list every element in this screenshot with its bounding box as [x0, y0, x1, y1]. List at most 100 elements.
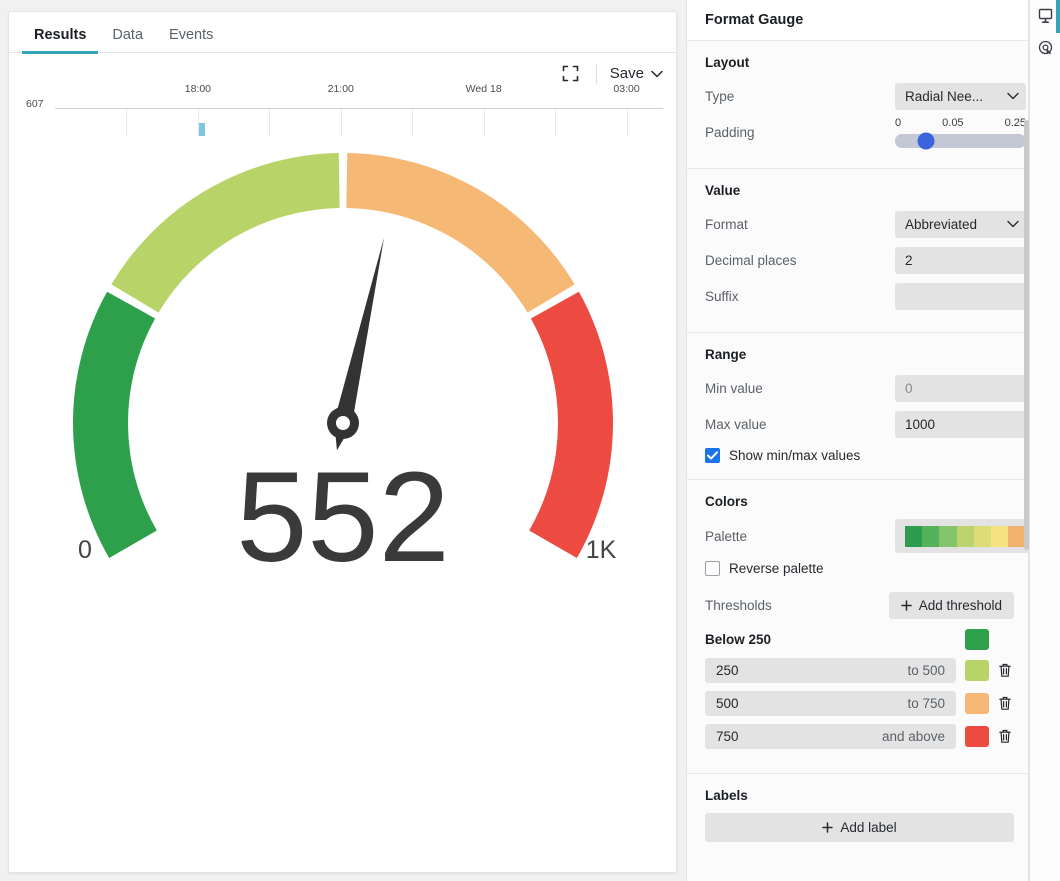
- plus-icon: [822, 822, 834, 833]
- timeline-tick-label: 03:00: [613, 83, 640, 95]
- timeline-tick-label: Wed 18: [465, 83, 502, 95]
- gauge-max-label: 1K: [585, 536, 616, 564]
- tab-results-label: Results: [34, 26, 87, 43]
- row-min-value: Min value: [705, 372, 1026, 404]
- suffix-label: Suffix: [705, 288, 739, 304]
- max-value-label: Max value: [705, 416, 767, 432]
- add-threshold-button[interactable]: Add threshold: [888, 592, 1014, 619]
- plus-icon: [900, 600, 912, 611]
- padding-label: Padding: [705, 124, 755, 140]
- save-button[interactable]: Save: [610, 65, 663, 82]
- app-root: Results Data Events Save 607 18:00 21:00 W…: [0, 0, 1060, 881]
- tab-data[interactable]: Data: [99, 26, 156, 53]
- row-suffix: Suffix: [705, 280, 1026, 312]
- reverse-palette-checkbox[interactable]: [705, 561, 720, 576]
- type-select[interactable]: Radial Nee...: [895, 82, 1026, 110]
- timeline-y-label: 607: [26, 98, 44, 110]
- threshold-row: 250 to 500: [705, 658, 1014, 683]
- save-button-label: Save: [609, 65, 644, 82]
- gauge-svg: 0 1K 552: [72, 153, 616, 586]
- show-minmax-row[interactable]: Show min/max values: [705, 448, 1014, 463]
- tab-data-label: Data: [112, 26, 144, 43]
- row-palette: Palette: [705, 519, 1028, 553]
- tab-events-label: Events: [169, 26, 214, 43]
- min-value-input[interactable]: [895, 374, 1026, 402]
- reverse-palette-row[interactable]: Reverse palette: [705, 561, 1014, 576]
- type-label: Type: [705, 88, 735, 104]
- delete-threshold-icon[interactable]: [998, 729, 1014, 744]
- timeline-tick-label: 18:00: [184, 83, 212, 95]
- format-panel-title: Format Gauge: [705, 12, 804, 28]
- section-layout-title: Layout: [705, 55, 750, 70]
- chevron-down-icon: [1007, 92, 1019, 100]
- add-label-button[interactable]: Add label: [705, 813, 1014, 842]
- threshold-color-swatch[interactable]: [965, 629, 989, 650]
- palette-select[interactable]: [895, 519, 1028, 553]
- format-panel-header: Format Gauge: [687, 0, 1028, 41]
- chevron-down-icon: [651, 70, 663, 77]
- palette-swatch: [922, 525, 940, 547]
- gauge-band: [528, 291, 613, 558]
- threshold-list: Below 250 250 to 500 500 to 750 750 and above: [705, 629, 1014, 749]
- suffix-input[interactable]: [895, 282, 1026, 310]
- right-rail: [1029, 0, 1060, 881]
- tab-results[interactable]: Results: [21, 26, 99, 54]
- row-format: Format Abbreviated: [705, 208, 1026, 240]
- padding-tick-2: 0.25: [1004, 116, 1026, 129]
- reverse-palette-label: Reverse palette: [729, 561, 824, 576]
- threshold-range-field[interactable]: 250 to 500: [705, 658, 956, 683]
- palette-label: Palette: [705, 528, 748, 544]
- rail-active-accent: [1056, 0, 1060, 33]
- section-value: Value Format Abbreviated Decimal places …: [687, 169, 1028, 333]
- target-cursor-icon[interactable]: [1030, 32, 1060, 64]
- gauge-band: [72, 291, 157, 558]
- palette-swatch: [939, 525, 957, 547]
- row-decimal-places: Decimal places: [705, 244, 1026, 276]
- chevron-down-icon: [1007, 220, 1019, 228]
- delete-threshold-icon[interactable]: [998, 663, 1014, 678]
- gauge-needle: [326, 237, 384, 451]
- gauge-visualization: 0 1K 552: [9, 136, 676, 872]
- palette-swatch-strip: [905, 525, 1028, 547]
- row-padding: Padding 0 0.05 0.25: [705, 116, 1026, 149]
- threshold-row: Below 250: [705, 629, 1014, 650]
- padding-slider[interactable]: [895, 132, 1026, 149]
- max-value-input[interactable]: [895, 410, 1026, 438]
- format-select-value: Abbreviated: [905, 216, 978, 232]
- add-threshold-label: Add threshold: [918, 598, 1002, 613]
- palette-swatch: [905, 525, 923, 547]
- results-panel: Results Data Events Save 607 18:00 21:00 W…: [8, 11, 677, 873]
- palette-swatch: [1008, 525, 1026, 547]
- tab-events[interactable]: Events: [156, 26, 226, 53]
- show-minmax-checkbox[interactable]: [705, 448, 720, 463]
- delete-threshold-icon[interactable]: [998, 696, 1014, 711]
- add-label-text: Add label: [840, 820, 897, 835]
- palette-swatch: [973, 525, 992, 547]
- check-icon: [707, 451, 718, 460]
- threshold-row: 500 to 750: [705, 691, 1014, 716]
- section-labels-title: Labels: [705, 788, 748, 803]
- decimal-places-input[interactable]: [895, 246, 1026, 274]
- row-type: Type Radial Nee...: [705, 80, 1026, 112]
- padding-slider-ticks: 0 0.05 0.25: [895, 117, 1026, 129]
- min-value-label: Min value: [705, 380, 763, 396]
- threshold-row: 750 and above: [705, 724, 1014, 749]
- timeline-tick-label: 21:00: [327, 83, 354, 95]
- threshold-from-value: 250: [716, 663, 739, 678]
- fullscreen-icon[interactable]: [560, 63, 582, 85]
- section-colors-title: Colors: [705, 494, 748, 509]
- threshold-color-swatch[interactable]: [965, 693, 989, 714]
- show-minmax-label: Show min/max values: [729, 448, 861, 463]
- threshold-from-value: 750: [716, 729, 739, 744]
- palette-swatch: [991, 525, 1009, 547]
- section-range: Range Min value Max value Show min/max v…: [687, 333, 1028, 480]
- padding-tick-0: 0: [895, 116, 902, 129]
- threshold-color-swatch[interactable]: [965, 660, 989, 681]
- format-select[interactable]: Abbreviated: [895, 210, 1026, 238]
- threshold-range-field[interactable]: 500 to 750: [705, 691, 956, 716]
- padding-slider-thumb[interactable]: [917, 132, 935, 149]
- threshold-color-swatch[interactable]: [965, 726, 989, 747]
- palette-swatch: [956, 525, 974, 547]
- threshold-range-field[interactable]: 750 and above: [705, 724, 956, 749]
- gauge-value-label: 552: [236, 446, 450, 586]
